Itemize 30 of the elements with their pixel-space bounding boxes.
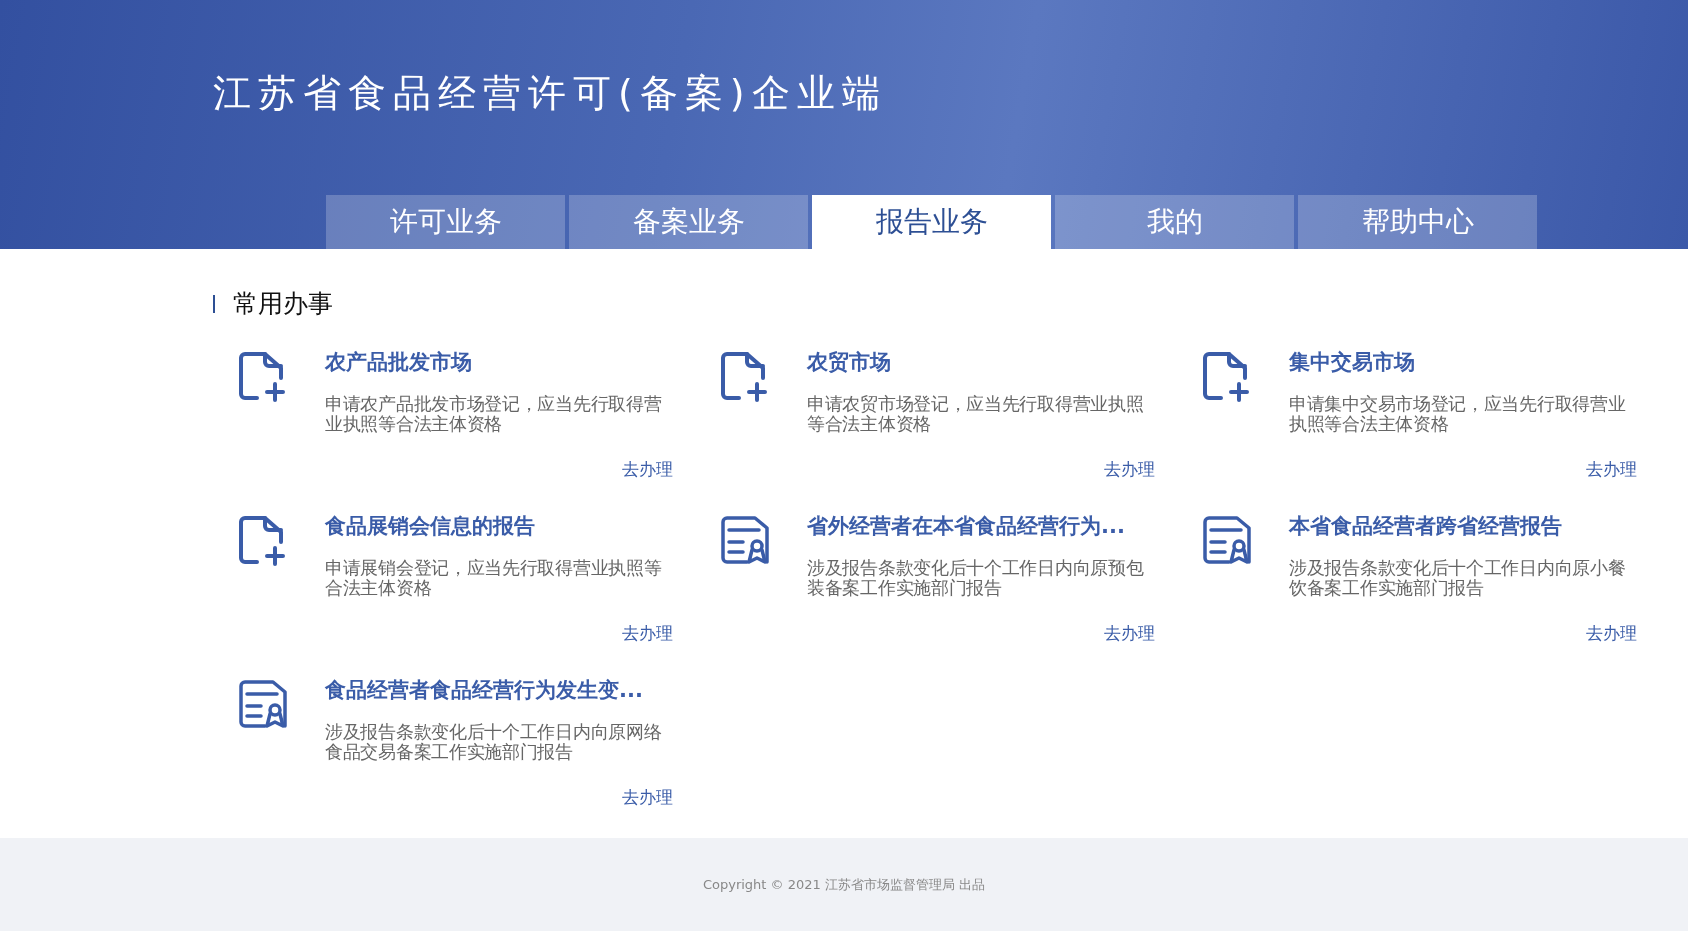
section-title: 常用办事 — [233, 288, 333, 320]
service-title: 集中交易市场 — [1289, 349, 1416, 376]
nav-tab[interactable]: 报告业务 — [812, 195, 1051, 249]
service-title: 食品经营者食品经营行为发生变... — [325, 677, 644, 704]
go-handle-link[interactable]: 去办理 — [622, 458, 673, 481]
service-description: 申请展销会登记，应当先行取得营业执照等合法主体资格 — [325, 558, 663, 598]
service-description: 申请集中交易市场登记，应当先行取得营业执照等合法主体资格 — [1289, 394, 1627, 434]
service-title: 农贸市场 — [807, 349, 892, 376]
service-description: 申请农产品批发市场登记，应当先行取得营业执照等合法主体资格 — [325, 394, 663, 434]
certificate-document-icon — [1201, 514, 1253, 566]
go-handle-link[interactable]: 去办理 — [1104, 622, 1155, 645]
go-handle-link[interactable]: 去办理 — [1104, 458, 1155, 481]
nav-tab[interactable]: 许可业务 — [326, 195, 565, 249]
certificate-document-icon — [237, 678, 289, 730]
service-title: 本省食品经营者跨省经营报告 — [1289, 513, 1563, 540]
service-description: 涉及报告条款变化后十个工作日内向原网络食品交易备案工作实施部门报告 — [325, 722, 663, 762]
go-handle-link[interactable]: 去办理 — [1586, 458, 1637, 481]
service-description: 申请农贸市场登记，应当先行取得营业执照等合法主体资格 — [807, 394, 1145, 434]
copyright-text: Copyright © 2021 江苏省市场监督管理局 出品 — [702, 875, 986, 894]
certificate-document-icon — [719, 514, 771, 566]
go-handle-link[interactable]: 去办理 — [1586, 622, 1637, 645]
service-description: 涉及报告条款变化后十个工作日内向原小餐饮备案工作实施部门报告 — [1289, 558, 1627, 598]
service-title: 食品展销会信息的报告 — [325, 513, 536, 540]
service-title: 省外经营者在本省食品经营行为... — [807, 513, 1126, 540]
go-handle-link[interactable]: 去办理 — [622, 786, 673, 809]
service-description: 涉及报告条款变化后十个工作日内向原预包装备案工作实施部门报告 — [807, 558, 1145, 598]
service-title: 农产品批发市场 — [325, 349, 473, 376]
portal-title: 江苏省食品经营许可(备案)企业端 — [213, 70, 888, 117]
go-handle-link[interactable]: 去办理 — [622, 622, 673, 645]
nav-tab[interactable]: 帮助中心 — [1298, 195, 1537, 249]
